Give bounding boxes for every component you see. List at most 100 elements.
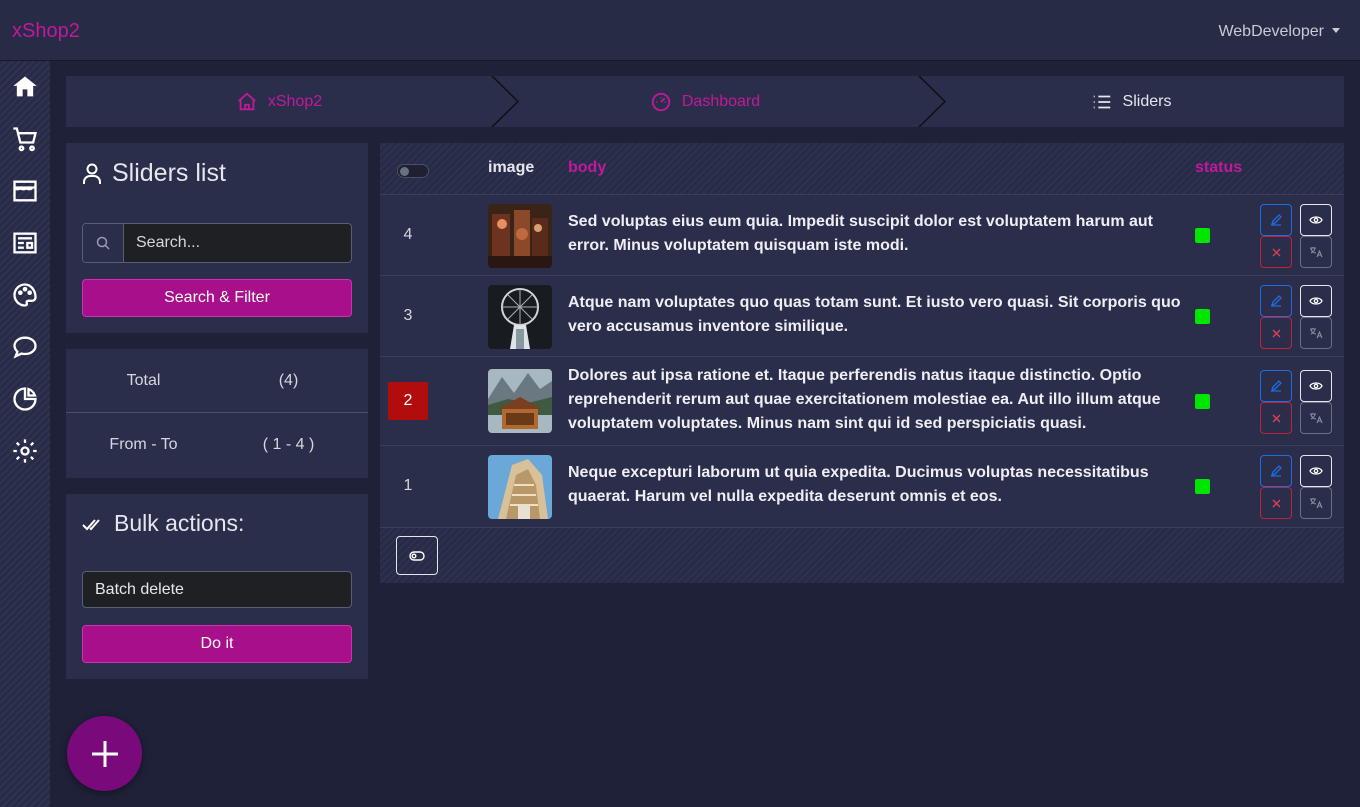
range-value: ( 1 - 4 ) (262, 436, 315, 453)
chat-icon[interactable] (11, 333, 39, 361)
eye-icon (1309, 297, 1323, 305)
brand-link[interactable]: xShop2 (12, 20, 80, 43)
top-bar: xShop2 WebDeveloper (0, 0, 1360, 61)
panel-title-text: Sliders list (112, 159, 226, 187)
add-button[interactable] (67, 716, 142, 791)
table-row[interactable]: 2 Dolores aut ipsa ratione et. Itaque pe… (380, 357, 1344, 446)
home-icon[interactable] (11, 73, 39, 101)
header-body[interactable]: body (568, 159, 606, 177)
total-label: Total (126, 371, 161, 389)
total-value: (4) (278, 371, 299, 389)
header-image[interactable]: image (488, 159, 534, 177)
table-footer (380, 528, 1344, 583)
do-it-button[interactable]: Do it (82, 625, 352, 663)
edit-button[interactable] (1260, 285, 1292, 317)
breadcrumb-item-dashboard[interactable]: Dashboard (492, 76, 918, 127)
slider-thumbnail (488, 204, 552, 268)
toggle-icon (409, 550, 425, 561)
sidebar (0, 61, 50, 807)
row-body: Atque nam voluptates quo quas totam sunt… (568, 294, 1181, 335)
breadcrumb-item-home[interactable]: xShop2 (66, 76, 492, 127)
translate-button[interactable] (1300, 402, 1332, 434)
bulk-title: Bulk actions: (82, 510, 244, 537)
status-badge (1195, 479, 1210, 494)
range-row: From - To ( 1 - 4 ) (66, 413, 368, 477)
close-icon (1272, 414, 1280, 422)
row-id[interactable]: 2 (388, 382, 428, 420)
breadcrumb-label: Sliders (1122, 92, 1172, 110)
status-badge (1195, 309, 1210, 324)
toggle-selection-button[interactable] (396, 536, 438, 575)
news-icon[interactable] (11, 229, 39, 257)
row-id[interactable]: 3 (388, 297, 428, 335)
delete-button[interactable] (1260, 236, 1292, 268)
close-icon (1272, 329, 1280, 337)
select-all-toggle[interactable] (397, 164, 429, 178)
view-button[interactable] (1300, 285, 1332, 317)
pencil-icon (1270, 214, 1282, 226)
eye-icon (1309, 216, 1323, 224)
translate-icon (1310, 498, 1323, 509)
total-row: Total (4) (66, 349, 368, 413)
user-name: WebDeveloper (1218, 23, 1324, 40)
eye-icon (1309, 467, 1323, 475)
store-icon[interactable] (11, 177, 39, 205)
status-badge (1195, 228, 1210, 243)
edit-button[interactable] (1260, 455, 1292, 487)
palette-icon[interactable] (11, 281, 39, 309)
row-body: Sed voluptas eius eum quia. Impedit susc… (568, 213, 1153, 254)
pencil-icon (1270, 295, 1282, 307)
delete-button[interactable] (1260, 487, 1292, 519)
translate-button[interactable] (1300, 317, 1332, 349)
pencil-icon (1270, 380, 1282, 392)
delete-button[interactable] (1260, 317, 1292, 349)
pie-chart-icon[interactable] (11, 385, 39, 413)
translate-icon (1310, 413, 1323, 424)
row-id[interactable]: 4 (388, 216, 428, 254)
sliders-list-panel: Sliders list Search... Search & Filter (66, 143, 368, 333)
pencil-icon (1270, 465, 1282, 477)
plus-icon (91, 740, 118, 767)
table-row[interactable]: 3 Atque nam voluptates quo quas totam su… (380, 276, 1344, 357)
translate-button[interactable] (1300, 236, 1332, 268)
view-button[interactable] (1300, 370, 1332, 402)
search-icon (83, 224, 124, 262)
user-icon (83, 163, 101, 184)
view-button[interactable] (1300, 455, 1332, 487)
cart-icon[interactable] (11, 125, 39, 153)
gauge-icon (651, 92, 671, 111)
bulk-action-select[interactable]: Batch delete (82, 571, 352, 608)
home-icon (238, 92, 256, 110)
translate-icon (1310, 247, 1323, 258)
chevron-down-icon (1332, 28, 1340, 33)
edit-button[interactable] (1260, 370, 1292, 402)
breadcrumb: xShop2 Dashboard Sliders (66, 76, 1344, 127)
header-status[interactable]: status (1195, 159, 1242, 177)
bulk-actions-panel: Bulk actions: Batch delete Do it (66, 494, 368, 679)
edit-button[interactable] (1260, 204, 1292, 236)
table-row[interactable]: 1 Neque excepturi laborum ut quia expedi… (380, 446, 1344, 528)
row-body: Neque excepturi laborum ut quia expedita… (568, 464, 1149, 505)
close-icon (1272, 499, 1280, 507)
delete-button[interactable] (1260, 402, 1292, 434)
table-row[interactable]: 4 Sed voluptas eius eum quia. Impedit su… (380, 195, 1344, 276)
status-badge (1195, 394, 1210, 409)
view-button[interactable] (1300, 204, 1332, 236)
slider-thumbnail (488, 369, 552, 433)
translate-button[interactable] (1300, 487, 1332, 519)
panel-title: Sliders list (82, 159, 226, 188)
eye-icon (1309, 382, 1323, 390)
search-input[interactable]: Search... (124, 234, 200, 252)
bulk-title-text: Bulk actions: (114, 510, 245, 536)
stats-panel: Total (4) From - To ( 1 - 4 ) (66, 349, 368, 478)
gear-icon[interactable] (11, 437, 39, 465)
row-id[interactable]: 1 (388, 467, 428, 505)
check-all-icon (82, 518, 100, 530)
sliders-table: image body status 4 Sed voluptas eius eu… (380, 143, 1344, 583)
translate-icon (1310, 328, 1323, 339)
search-filter-button[interactable]: Search & Filter (82, 279, 352, 317)
breadcrumb-item-sliders: Sliders (918, 76, 1344, 127)
user-menu[interactable]: WebDeveloper (1218, 23, 1340, 41)
slider-thumbnail (488, 285, 552, 349)
search-field[interactable]: Search... (82, 223, 352, 263)
